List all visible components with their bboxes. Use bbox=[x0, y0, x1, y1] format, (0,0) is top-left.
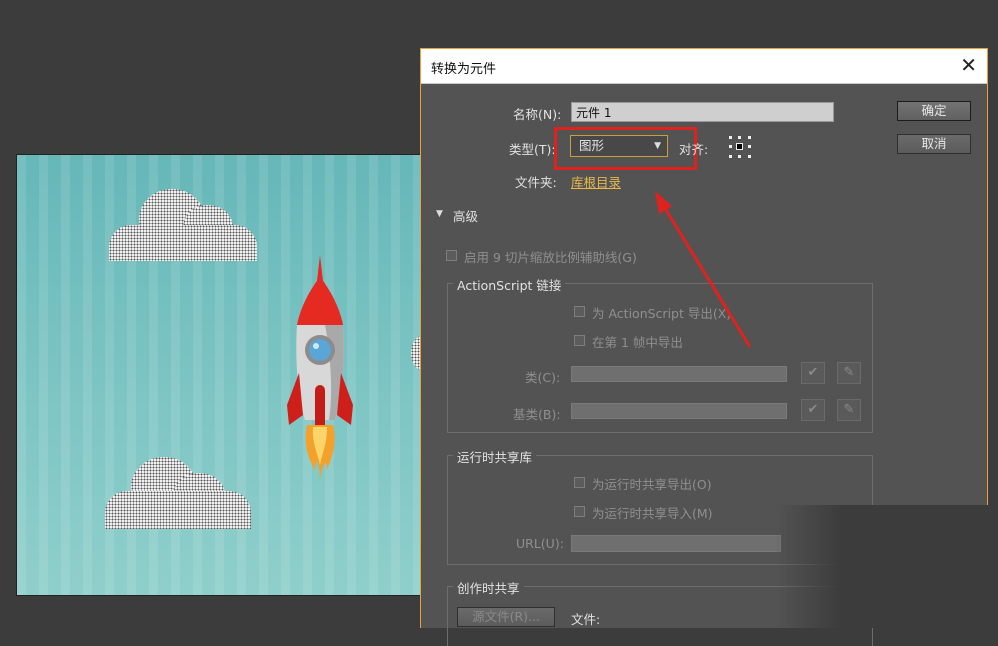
export-for-actionscript-label: 为 ActionScript 导出(X) bbox=[592, 306, 732, 321]
export-for-actionscript-checkbox[interactable] bbox=[574, 306, 585, 317]
annotation-highlight-box bbox=[554, 127, 697, 170]
close-icon[interactable]: ✕ bbox=[960, 53, 977, 77]
source-file-button[interactable]: 源文件(R)... bbox=[457, 607, 555, 627]
align-label: 对齐: bbox=[679, 142, 709, 157]
validate-base-class-icon[interactable]: ✔ bbox=[801, 399, 825, 421]
enable-9slice-label: 启用 9 切片缩放比例辅助线(G) bbox=[464, 250, 637, 265]
url-input[interactable] bbox=[571, 535, 781, 552]
class-input[interactable] bbox=[571, 366, 787, 382]
collapse-triangle-icon[interactable]: ▼ bbox=[436, 209, 443, 219]
type-label: 类型(T): bbox=[509, 142, 556, 157]
stage-canvas[interactable] bbox=[16, 154, 424, 596]
cloud-bottom-left[interactable] bbox=[105, 457, 251, 529]
rocket-graphic[interactable] bbox=[285, 255, 355, 495]
export-runtime-label: 为运行时共享导出(O) bbox=[592, 477, 712, 492]
dialog-title: 转换为元件 bbox=[431, 62, 497, 77]
name-label: 名称(N): bbox=[513, 107, 562, 122]
export-in-frame1-checkbox[interactable] bbox=[574, 335, 585, 346]
export-runtime-checkbox[interactable] bbox=[574, 477, 585, 488]
cloud-top-left[interactable] bbox=[109, 189, 257, 261]
base-class-label: 基类(B): bbox=[513, 407, 561, 422]
import-runtime-label: 为运行时共享导入(M) bbox=[592, 506, 713, 521]
export-in-frame1-label: 在第 1 帧中导出 bbox=[592, 335, 683, 350]
validate-class-icon[interactable]: ✔ bbox=[801, 362, 825, 384]
folder-label: 文件夹: bbox=[515, 175, 557, 190]
advanced-label[interactable]: 高级 bbox=[453, 206, 478, 225]
name-input[interactable]: 元件 1 bbox=[571, 102, 834, 122]
dialog-titlebar[interactable]: 转换为元件 ✕ bbox=[421, 49, 987, 84]
url-label: URL(U): bbox=[516, 536, 564, 551]
cancel-button[interactable]: 取消 bbox=[897, 134, 971, 154]
actionscript-group-title: ActionScript 链接 bbox=[453, 275, 566, 294]
registration-grid-icon[interactable] bbox=[729, 136, 751, 158]
screenshot-fade-overlay bbox=[775, 505, 998, 628]
ok-button[interactable]: 确定 bbox=[897, 101, 971, 121]
runtime-group-title: 运行时共享库 bbox=[453, 447, 537, 466]
class-label: 类(C): bbox=[525, 370, 561, 385]
library-root-link[interactable]: 库根目录 bbox=[571, 172, 621, 191]
import-runtime-checkbox[interactable] bbox=[574, 506, 585, 517]
enable-9slice-checkbox[interactable] bbox=[446, 250, 457, 261]
authoring-group-title: 创作时共享 bbox=[453, 578, 524, 597]
base-class-input[interactable] bbox=[571, 403, 787, 419]
file-label: 文件: bbox=[571, 612, 601, 627]
edit-class-icon[interactable]: ✎ bbox=[837, 362, 861, 384]
edit-base-class-icon[interactable]: ✎ bbox=[837, 399, 861, 421]
